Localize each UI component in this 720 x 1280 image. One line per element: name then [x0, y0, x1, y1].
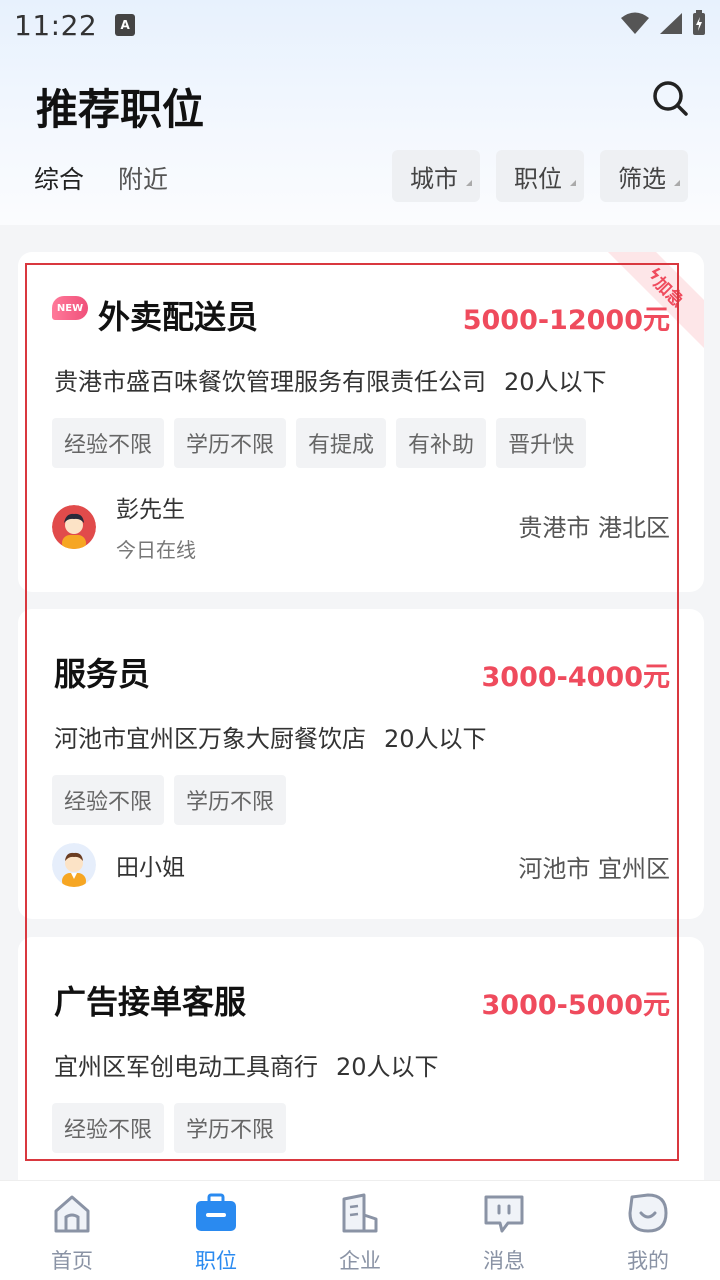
- avatar: [52, 843, 96, 887]
- wifi-icon: [621, 12, 649, 34]
- signal-icon: [660, 13, 682, 34]
- job-title: 外卖配送员: [98, 298, 259, 336]
- company-size: 20人以下: [336, 1053, 439, 1081]
- nav-messages[interactable]: 消息: [432, 1181, 576, 1280]
- nav-company-label: 企业: [339, 1249, 381, 1273]
- company-size: 20人以下: [504, 368, 607, 396]
- company-line: 宜州区军创电动工具商行 20人以下: [54, 1047, 439, 1082]
- recruiter-info: 彭先生 今日在线: [116, 490, 196, 563]
- tab-nearby[interactable]: 附近: [118, 160, 168, 196]
- job-tag: 经验不限: [52, 1103, 165, 1153]
- company-name: 宜州区军创电动工具商行: [54, 1053, 318, 1081]
- filter-position-label: 职位: [514, 164, 562, 193]
- job-card[interactable]: 广告接单客服 3000-5000元 宜州区军创电动工具商行 20人以下 经验不限 …: [18, 937, 704, 1197]
- status-bar: 11:22 A: [0, 0, 720, 50]
- filter-city[interactable]: 城市: [392, 150, 480, 202]
- job-tag: 学历不限: [174, 1103, 287, 1153]
- job-card[interactable]: ϟ 加急 NEW 外卖配送员 5000-12000元 贵港市盛百味餐饮管理服务有限…: [18, 252, 704, 592]
- home-icon: [54, 1195, 90, 1233]
- job-tags: 经验不限 学历不限: [52, 1103, 287, 1153]
- job-title: 服务员: [54, 655, 151, 693]
- avatar: [52, 504, 96, 549]
- briefcase-icon: [196, 1193, 236, 1231]
- sort-tabs: 综合 附近: [34, 160, 168, 196]
- recruiter: 彭先生 今日在线: [52, 490, 196, 563]
- bottom-nav: 首页 职位 企业 消息 我的: [0, 1180, 720, 1280]
- recruiter-name: 田小姐: [116, 855, 185, 881]
- job-location: 贵港市 港北区: [518, 514, 670, 542]
- company-line: 河池市宜州区万象大厨餐饮店 20人以下: [54, 719, 487, 754]
- profile-icon: [628, 1193, 668, 1233]
- recruiter: 田小姐: [52, 843, 185, 887]
- job-tag: 学历不限: [174, 775, 287, 825]
- nav-profile-label: 我的: [627, 1249, 669, 1273]
- nav-profile[interactable]: 我的: [576, 1181, 720, 1280]
- filter-more[interactable]: 筛选: [600, 150, 688, 202]
- job-salary: 5000-12000元: [462, 305, 670, 336]
- new-badge: NEW: [52, 296, 88, 320]
- job-card[interactable]: 服务员 3000-4000元 河池市宜州区万象大厨餐饮店 20人以下 经验不限 学…: [18, 609, 704, 919]
- filter-bar: 城市 职位 筛选: [392, 150, 688, 202]
- filter-city-label: 城市: [410, 164, 458, 193]
- nav-jobs[interactable]: 职位: [144, 1181, 288, 1280]
- filter-more-label: 筛选: [618, 164, 666, 193]
- status-time: 11:22: [14, 8, 98, 42]
- filter-position[interactable]: 职位: [496, 150, 584, 202]
- message-icon: [484, 1195, 524, 1233]
- job-tag: 经验不限: [52, 775, 165, 825]
- recruiter-info: 田小姐: [116, 848, 185, 882]
- dropdown-triangle-icon: [674, 180, 680, 186]
- battery-icon: [693, 10, 705, 35]
- job-location: 河池市 宜州区: [518, 855, 670, 883]
- job-salary: 3000-5000元: [481, 990, 671, 1021]
- job-tag: 有补助: [396, 418, 487, 468]
- nav-home-label: 首页: [51, 1249, 93, 1273]
- building-icon: [342, 1193, 378, 1233]
- search-icon[interactable]: [650, 78, 690, 118]
- job-tags: 经验不限 学历不限: [52, 775, 287, 825]
- nav-jobs-label: 职位: [195, 1249, 237, 1273]
- job-tags: 经验不限 学历不限 有提成 有补助 晋升快: [52, 418, 587, 468]
- nav-company[interactable]: 企业: [288, 1181, 432, 1280]
- nav-home[interactable]: 首页: [0, 1181, 144, 1280]
- app-notification-icon: A: [115, 14, 136, 36]
- dropdown-triangle-icon: [570, 180, 576, 186]
- recruiter-status: 今日在线: [116, 538, 196, 562]
- job-tag: 经验不限: [52, 418, 165, 468]
- page-title: 推荐职位: [36, 85, 205, 134]
- nav-messages-label: 消息: [483, 1249, 525, 1273]
- company-line: 贵港市盛百味餐饮管理服务有限责任公司 20人以下: [54, 362, 607, 397]
- job-tag: 学历不限: [174, 418, 287, 468]
- job-title: 广告接单客服: [54, 983, 247, 1021]
- job-salary: 3000-4000元: [481, 662, 671, 693]
- dropdown-triangle-icon: [466, 180, 472, 186]
- company-name: 贵港市盛百味餐饮管理服务有限责任公司: [54, 368, 486, 396]
- job-tag: 晋升快: [496, 418, 587, 468]
- company-size: 20人以下: [384, 725, 487, 753]
- job-tag: 有提成: [296, 418, 387, 468]
- tab-comprehensive[interactable]: 综合: [34, 160, 84, 196]
- company-name: 河池市宜州区万象大厨餐饮店: [54, 725, 366, 753]
- recruiter-name: 彭先生: [116, 497, 185, 523]
